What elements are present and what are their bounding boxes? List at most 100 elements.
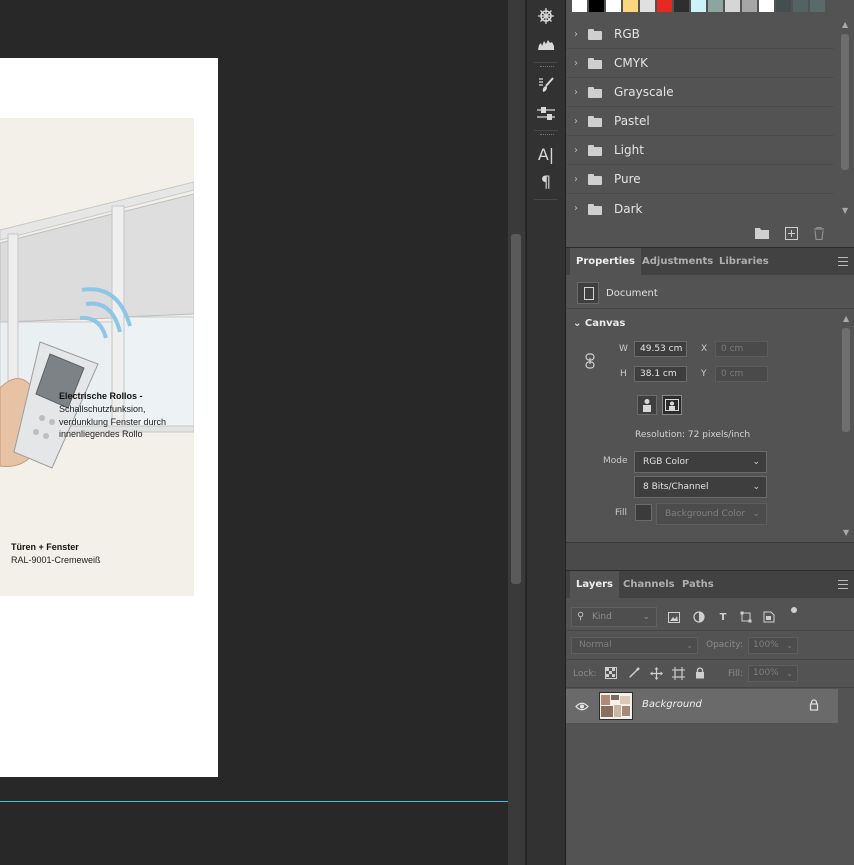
- lock-image-pixels-icon[interactable]: [627, 666, 641, 680]
- new-swatch-icon[interactable]: [784, 226, 798, 240]
- chevron-right-icon[interactable]: ›: [574, 145, 584, 156]
- layers-scrollbar[interactable]: [838, 689, 854, 865]
- right-panel: › RGB › CMYK › Grayscale › Pastel › Light › Pu…: [566, 0, 854, 865]
- tab-channels[interactable]: Channels: [617, 571, 681, 599]
- wheel-icon[interactable]: [535, 5, 557, 27]
- character-icon[interactable]: A|: [535, 143, 557, 165]
- search-icon: ⚲: [577, 611, 585, 622]
- color-swatch-0[interactable]: [572, 0, 587, 12]
- color-swatch-11[interactable]: [759, 0, 774, 12]
- opacity-field[interactable]: 100% ⌄: [748, 637, 798, 654]
- color-swatch-2[interactable]: [606, 0, 621, 12]
- color-swatch-4[interactable]: [640, 0, 655, 12]
- chevron-right-icon[interactable]: ›: [574, 174, 584, 185]
- pixel-layer-filter-icon[interactable]: [668, 611, 680, 623]
- mode-dropdown[interactable]: RGB Color ⌄: [634, 451, 767, 473]
- lock-transparent-pixels-icon[interactable]: [604, 666, 618, 680]
- properties-scrollbar[interactable]: ▲ ▼: [840, 312, 852, 542]
- paragraph-icon[interactable]: ¶: [535, 170, 557, 192]
- histogram-icon[interactable]: [535, 33, 557, 55]
- smart-object-filter-icon[interactable]: [763, 611, 775, 623]
- canvas-section-header[interactable]: ⌄ Canvas: [573, 318, 625, 329]
- link-icon[interactable]: [585, 353, 595, 369]
- color-swatch-8[interactable]: [708, 0, 723, 12]
- bits-dropdown[interactable]: 8 Bits/Channel ⌄: [634, 476, 767, 498]
- canvas-scroll-thumb[interactable]: [511, 234, 521, 584]
- tab-libraries[interactable]: Libraries: [713, 248, 775, 276]
- chevron-right-icon[interactable]: ›: [574, 87, 584, 98]
- x-field[interactable]: 0 cm: [715, 341, 768, 357]
- layer-name[interactable]: Background: [642, 699, 702, 710]
- color-swatch-12[interactable]: [776, 0, 791, 12]
- swatch-folder-pastel[interactable]: › Pastel: [566, 107, 834, 136]
- tool-grip[interactable]: [540, 134, 554, 136]
- lock-artboard-icon[interactable]: [671, 666, 685, 680]
- swatch-folder-pure[interactable]: › Pure: [566, 165, 834, 194]
- filter-toggle[interactable]: [791, 607, 797, 613]
- shape-layer-filter-icon[interactable]: [740, 611, 752, 623]
- adjust-sliders-icon[interactable]: [535, 103, 557, 125]
- panel-menu-icon[interactable]: [838, 580, 848, 589]
- chevron-right-icon[interactable]: ›: [574, 203, 584, 214]
- fill-dropdown[interactable]: Background Color ⌄: [656, 503, 767, 525]
- chevron-right-icon[interactable]: ›: [574, 58, 584, 69]
- swatch-folder-list: › RGB › CMYK › Grayscale › Pastel › Light › Pu…: [566, 20, 838, 218]
- new-group-icon[interactable]: [755, 226, 769, 240]
- y-field[interactable]: 0 cm: [715, 366, 768, 382]
- swatch-folder-rgb[interactable]: › RGB: [566, 20, 834, 49]
- fill-label: Fill: [615, 508, 628, 518]
- scroll-down-icon[interactable]: ▼: [843, 528, 849, 537]
- color-swatch-3[interactable]: [623, 0, 638, 12]
- lock-all-icon[interactable]: [693, 666, 707, 680]
- color-swatch-5[interactable]: [657, 0, 672, 12]
- tab-properties[interactable]: Properties: [570, 248, 641, 276]
- canvas-vertical-scrollbar[interactable]: [508, 0, 525, 865]
- document-icon[interactable]: [577, 282, 599, 304]
- properties-scroll-thumb[interactable]: [842, 328, 850, 432]
- scroll-down-icon[interactable]: ▼: [842, 206, 848, 215]
- color-swatch-10[interactable]: [742, 0, 757, 12]
- opacity-label: Opacity:: [706, 640, 743, 650]
- swatches-scrollbar[interactable]: ▲ ▼: [838, 20, 852, 218]
- tab-layers[interactable]: Layers: [570, 571, 619, 599]
- swatch-folder-cmyk[interactable]: › CMYK: [566, 49, 834, 78]
- canvas-area[interactable]: Electrische Rollos - Schallschutzfunksio…: [0, 0, 508, 865]
- eye-icon[interactable]: [575, 699, 589, 713]
- fill-percent-field[interactable]: 100% ⌄: [748, 665, 798, 682]
- adjustment-layer-filter-icon[interactable]: [693, 611, 705, 623]
- chevron-right-icon[interactable]: ›: [574, 29, 584, 40]
- swatch-folder-light[interactable]: › Light: [566, 136, 834, 165]
- tab-paths[interactable]: Paths: [676, 571, 720, 599]
- portrait-orientation-icon[interactable]: [637, 395, 657, 415]
- trash-icon[interactable]: [812, 226, 826, 240]
- tab-adjustments[interactable]: Adjustments: [636, 248, 719, 276]
- panel-menu-icon[interactable]: [838, 257, 848, 266]
- scroll-up-icon[interactable]: ▲: [843, 314, 849, 323]
- layer-row-background[interactable]: Background: [566, 689, 838, 723]
- type-layer-filter-icon[interactable]: T: [717, 611, 729, 623]
- guide-line[interactable]: [0, 801, 508, 802]
- color-swatch-6[interactable]: [674, 0, 689, 12]
- lock-icon[interactable]: [809, 699, 821, 713]
- swatches-scroll-thumb[interactable]: [841, 34, 849, 170]
- color-swatch-7[interactable]: [691, 0, 706, 12]
- color-swatch-14[interactable]: [810, 0, 825, 12]
- width-field[interactable]: 49.53 cm: [634, 341, 687, 357]
- height-field[interactable]: 38.1 cm: [634, 366, 687, 382]
- folder-icon: [588, 87, 602, 98]
- scroll-up-icon[interactable]: ▲: [842, 20, 848, 29]
- chevron-right-icon[interactable]: ›: [574, 116, 584, 127]
- landscape-orientation-icon[interactable]: [662, 395, 682, 415]
- swatch-folder-grayscale[interactable]: › Grayscale: [566, 78, 834, 107]
- tool-grip[interactable]: [540, 66, 554, 68]
- color-swatch-9[interactable]: [725, 0, 740, 12]
- chevron-down-icon[interactable]: ⌄: [573, 318, 581, 329]
- document-page[interactable]: Electrische Rollos - Schallschutzfunksio…: [0, 58, 218, 777]
- color-swatch-1[interactable]: [589, 0, 604, 12]
- kind-filter-dropdown[interactable]: ⚲ Kind ⌄: [571, 607, 657, 627]
- blend-mode-dropdown[interactable]: Normal ⌄: [571, 637, 698, 654]
- color-swatch-13[interactable]: [793, 0, 808, 12]
- brush-presets-icon[interactable]: [535, 74, 557, 96]
- lock-position-icon[interactable]: [649, 666, 663, 680]
- fill-color-swatch[interactable]: [635, 504, 652, 521]
